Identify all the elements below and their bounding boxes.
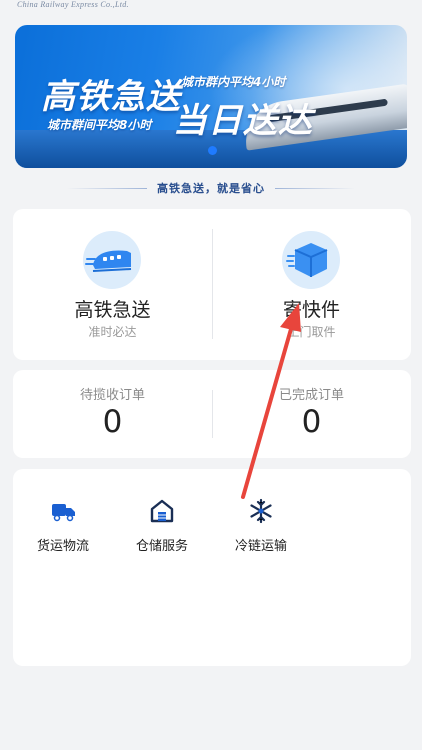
feature-label: 仓储服务 <box>135 539 188 554</box>
order-label: 已完成订单 <box>278 388 344 403</box>
promo-banner[interactable]: 高铁急送 城市群内平均4小时 城市群间平均8小时 当日送达 <box>15 25 407 168</box>
more-services-card: 货运物流 仓储服务 冷链运输 <box>13 469 411 666</box>
feature-label: 货运物流 <box>36 539 89 554</box>
completed-orders[interactable]: 已完成订单 0 <box>212 370 411 458</box>
feature-label: 冷链运输 <box>234 539 287 554</box>
pending-orders[interactable]: 待揽收订单 0 <box>13 370 212 458</box>
service-express-rail[interactable]: 高铁急送 准时必达 <box>13 209 212 360</box>
order-count: 0 <box>301 404 322 440</box>
train-icon <box>83 231 141 289</box>
warehouse-icon <box>148 497 176 525</box>
banner-tagline-top: 城市群内平均4小时 <box>181 75 286 89</box>
service-subtitle: 上门取件 <box>287 325 336 339</box>
banner-tagline-bottom: 城市群间平均8小时 <box>47 118 152 132</box>
order-count: 0 <box>102 404 123 440</box>
snowflake-icon <box>247 497 275 525</box>
slogan-divider-left <box>67 187 147 189</box>
feature-cold-chain[interactable]: 冷链运输 <box>211 497 311 557</box>
slogan-text: 高铁急送，就是省心 <box>157 182 265 195</box>
slogan-row: 高铁急送，就是省心 <box>0 178 422 198</box>
service-title: 寄快件 <box>282 299 340 321</box>
banner-headline-right: 当日送达 <box>173 101 313 141</box>
feature-freight-logistics[interactable]: 货运物流 <box>13 497 113 557</box>
service-title: 高铁急送 <box>74 299 151 321</box>
package-icon <box>282 231 340 289</box>
service-send-package[interactable]: 寄快件 上门取件 <box>212 209 411 360</box>
services-card: 高铁急送 准时必达 寄快件 上门取件 <box>13 209 411 360</box>
banner-page-indicator[interactable] <box>208 146 217 155</box>
company-english-name: China Railway Express Co.,Ltd. <box>17 0 129 9</box>
order-label: 待揽收订单 <box>79 388 145 403</box>
feature-warehousing[interactable]: 仓储服务 <box>112 497 212 557</box>
truck-icon <box>49 497 77 525</box>
orders-card: 待揽收订单 0 已完成订单 0 <box>13 370 411 458</box>
slogan-divider-right <box>275 187 355 189</box>
banner-headline-left: 高铁急送 <box>41 77 181 117</box>
service-subtitle: 准时必达 <box>88 325 137 339</box>
